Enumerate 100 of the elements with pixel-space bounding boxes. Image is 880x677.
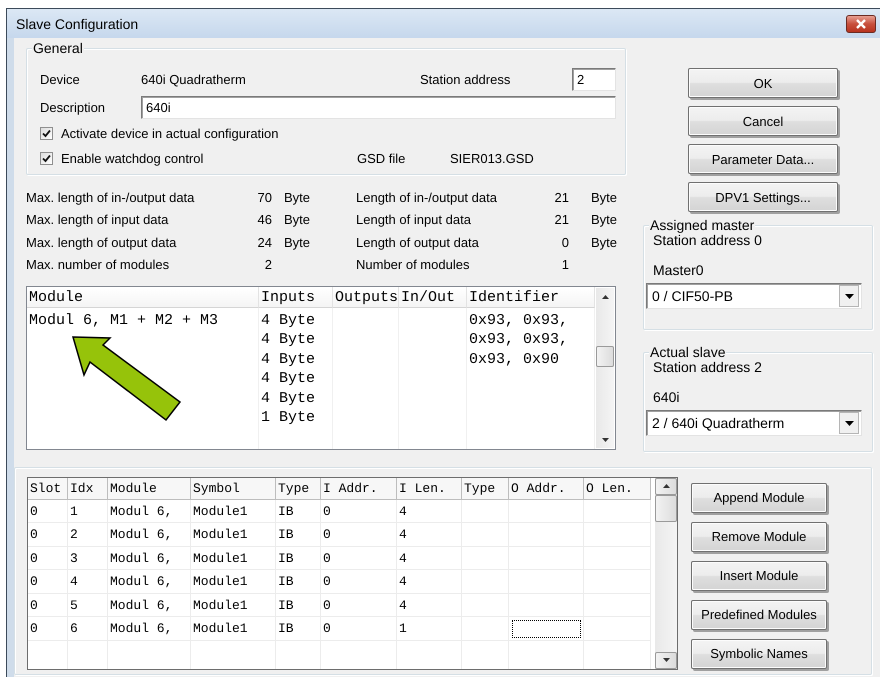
column-header[interactable]: Slot bbox=[28, 478, 68, 500]
table-cell: IB bbox=[276, 546, 321, 570]
device-name: 640i bbox=[653, 389, 680, 405]
checkbox[interactable] bbox=[40, 126, 53, 140]
checkbox-label: Enable watchdog control bbox=[61, 150, 204, 166]
dropdown[interactable]: 0 / CIF50-PB bbox=[646, 283, 862, 309]
table-cell: Modul 6, bbox=[108, 500, 191, 523]
stat-label: Length of input data bbox=[356, 212, 472, 228]
table-cell: 0 bbox=[321, 500, 397, 523]
scroll-thumb[interactable] bbox=[596, 346, 614, 367]
table-cell: 4 bbox=[397, 500, 462, 523]
table-cell: 0 bbox=[321, 570, 397, 594]
module-button[interactable]: Insert Module bbox=[691, 560, 827, 590]
table-cell bbox=[584, 500, 651, 523]
group-title: General bbox=[32, 40, 84, 56]
table-cell-text: 4 Byte bbox=[261, 311, 316, 330]
station-address-field[interactable]: 2 bbox=[572, 68, 616, 91]
caret-icon bbox=[844, 420, 854, 426]
table-cell: IB bbox=[276, 523, 321, 546]
module-button[interactable]: Append Module bbox=[691, 482, 827, 512]
module-button[interactable]: Remove Module bbox=[691, 522, 827, 552]
dialog-button[interactable]: OK bbox=[688, 68, 838, 98]
scroll-up-button[interactable] bbox=[655, 478, 677, 494]
column-header[interactable]: O Len. bbox=[584, 478, 651, 500]
device-name: Master0 bbox=[653, 262, 704, 278]
column-header[interactable]: O Addr. bbox=[509, 478, 584, 500]
column-header[interactable]: Module bbox=[27, 287, 259, 308]
column-header[interactable]: I Addr. bbox=[321, 478, 397, 500]
scroll-up-icon bbox=[602, 294, 608, 298]
device-name: 640i Quadratherm bbox=[141, 72, 247, 87]
checkbox-label: Activate device in actual configuration bbox=[61, 126, 279, 140]
description-field[interactable]: 640i bbox=[141, 96, 616, 119]
scroll-down-button[interactable] bbox=[655, 652, 677, 668]
table-cell: Module1 bbox=[191, 523, 276, 546]
table-cell: Module1 bbox=[191, 594, 276, 617]
column-header[interactable]: Module bbox=[108, 478, 191, 500]
table-cell: Modul 6, bbox=[108, 594, 191, 617]
table-cell: 0 bbox=[28, 570, 68, 594]
table-cell-text: 1 Byte bbox=[261, 408, 316, 428]
column-header[interactable]: I Len. bbox=[397, 478, 462, 500]
table-cell: IB bbox=[276, 500, 321, 523]
station-address: Station address 2 bbox=[653, 359, 762, 375]
table-cell: 0 bbox=[28, 594, 68, 617]
stat-label: Number of modules bbox=[356, 257, 470, 272]
table-cell: 0 bbox=[28, 617, 68, 640]
module-button[interactable]: Predefined Modules bbox=[691, 600, 827, 630]
scroll-thumb[interactable] bbox=[655, 494, 677, 522]
table-cell: 4 bbox=[397, 594, 462, 617]
caret-icon bbox=[844, 294, 854, 298]
scrollbar[interactable] bbox=[596, 288, 614, 448]
dialog-button[interactable]: DPV1 Settings... bbox=[688, 182, 838, 212]
close-button[interactable] bbox=[846, 14, 876, 32]
table-cell-text: 0x93, 0x93, bbox=[469, 330, 570, 350]
table-cell-text: 4 Byte bbox=[261, 330, 316, 350]
table-cell: 4 bbox=[397, 570, 462, 594]
stat-unit: Byte bbox=[284, 212, 312, 228]
table-cell: Module1 bbox=[191, 617, 276, 640]
group-title: Assigned master bbox=[649, 217, 756, 233]
dialog-button[interactable]: Parameter Data... bbox=[688, 144, 838, 174]
table-cell: 0 bbox=[321, 617, 397, 640]
stat-label: Length of output data bbox=[356, 234, 480, 250]
table-cell: 4 bbox=[397, 523, 462, 546]
table-cell: 4 bbox=[397, 546, 462, 570]
column-header[interactable]: Outputs bbox=[333, 287, 399, 308]
column-header[interactable]: Type bbox=[462, 478, 509, 500]
column-header[interactable]: Idx bbox=[68, 478, 108, 500]
stat-label: Length of in-/output data bbox=[356, 190, 498, 205]
column-header[interactable]: Symbol bbox=[191, 478, 276, 500]
stat-value: 0 bbox=[562, 234, 569, 250]
field-label: Station address bbox=[420, 72, 512, 87]
column-header[interactable]: In/Out bbox=[399, 287, 467, 308]
column-header[interactable]: Type bbox=[276, 478, 321, 500]
station-address: Station address 0 bbox=[653, 232, 762, 248]
scrollbar[interactable] bbox=[655, 478, 677, 668]
dropdown[interactable]: 2 / 640i Quadratherm bbox=[646, 410, 862, 436]
checkbox[interactable] bbox=[40, 152, 53, 164]
table-cell: Modul 6, bbox=[108, 617, 191, 640]
table-cell-text: 4 Byte bbox=[261, 369, 316, 389]
stat-value: 70 bbox=[258, 190, 272, 205]
dropdown-button[interactable] bbox=[839, 412, 859, 434]
table-cell: 0 bbox=[28, 546, 68, 570]
table-cell: 6 bbox=[68, 617, 108, 640]
stat-value: 21 bbox=[554, 190, 569, 205]
table-cell: IB bbox=[276, 570, 321, 594]
column-header[interactable]: Inputs bbox=[259, 287, 333, 308]
stat-value: 2 bbox=[264, 257, 272, 272]
module-button[interactable]: Symbolic Names bbox=[691, 638, 827, 668]
dropdown-button[interactable] bbox=[839, 285, 859, 307]
stat-value: 21 bbox=[554, 212, 569, 228]
stat-unit: Byte bbox=[284, 190, 312, 205]
table-cell: 1 bbox=[397, 617, 462, 640]
field-label: Description bbox=[40, 100, 106, 115]
dialog-button[interactable]: Cancel bbox=[688, 106, 838, 136]
table-cell: 3 bbox=[68, 546, 108, 570]
stat-unit: Byte bbox=[591, 234, 618, 250]
stat-value: 24 bbox=[258, 234, 272, 250]
close-icon bbox=[855, 18, 867, 28]
scroll-down-icon bbox=[662, 658, 670, 662]
column-header[interactable]: Identifier bbox=[467, 287, 595, 308]
stat-value: 46 bbox=[258, 212, 272, 228]
